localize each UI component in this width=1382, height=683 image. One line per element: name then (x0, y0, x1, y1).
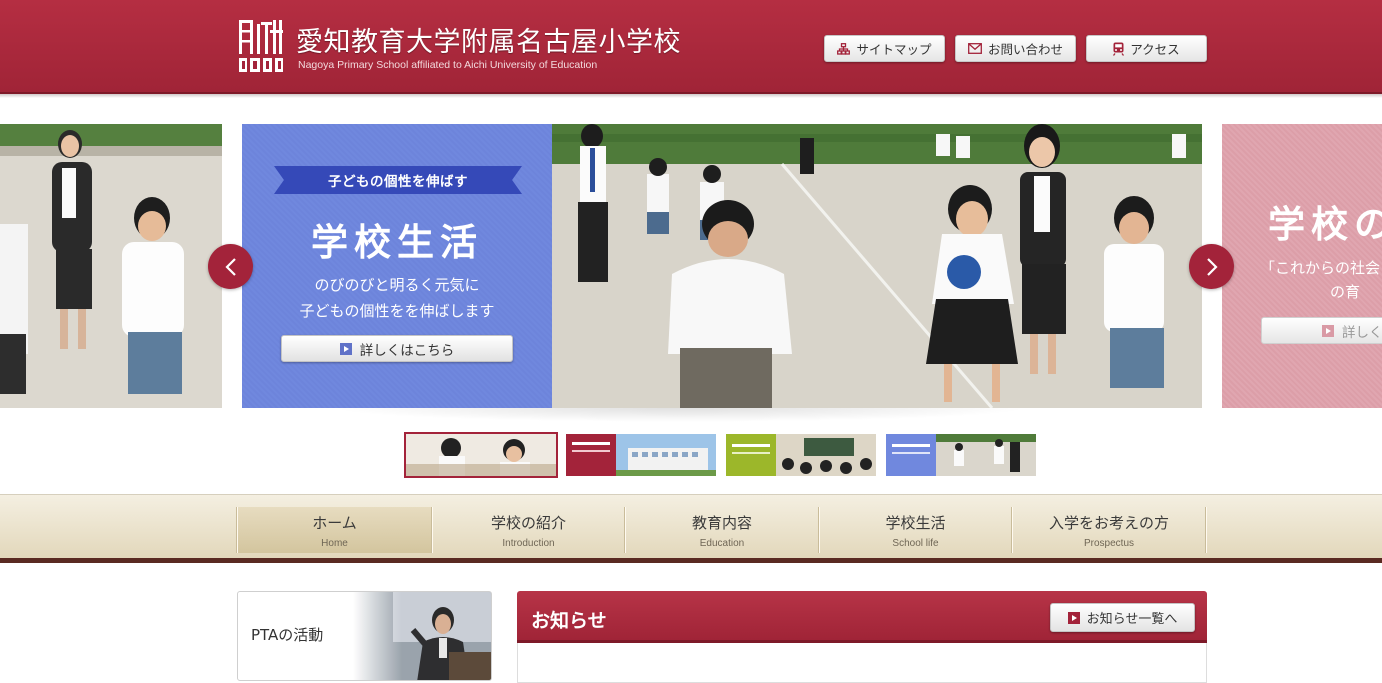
slider-prev-button[interactable] (208, 244, 253, 289)
nav-item-home[interactable]: ホーム Home (238, 507, 431, 553)
train-icon (1113, 42, 1125, 56)
sitemap-button[interactable]: サイトマップ (824, 35, 945, 62)
play-icon (1322, 324, 1334, 337)
nav-separator (1205, 507, 1207, 553)
slide-photo-previous (0, 124, 222, 408)
nav-item-label: 学校生活 (885, 514, 946, 532)
slide-panel-school-intro: 学校の 「これからの社会 の育 詳しく (1222, 124, 1382, 408)
school-name-english: Nagoya Primary School affiliated to Aich… (298, 59, 598, 71)
nav-item-education[interactable]: 教育内容 Education (626, 507, 818, 553)
news-header: お知らせ お知らせ一覧へ (517, 591, 1207, 643)
mail-icon (968, 43, 982, 54)
sitemap-label: サイトマップ (856, 42, 932, 57)
next-slide-title: 学校の (1268, 203, 1382, 246)
nav-item-label: 入学をお考えの方 (1048, 514, 1169, 532)
header-shadow (0, 94, 1382, 98)
next-slide-desc-line-2: の育 (1330, 283, 1361, 301)
next-slide-detail-button[interactable]: 詳しく (1261, 317, 1382, 344)
hero-slider: 子どもの個性を伸ばす 学校生活 のびのびと明るく元気に 子どもの個性をを伸ばしま… (0, 124, 1382, 408)
chevron-right-icon (1206, 257, 1218, 276)
slide-panel-school-life: 子どもの個性を伸ばす 学校生活 のびのびと明るく元気に 子どもの個性をを伸ばしま… (242, 124, 552, 408)
site-header: 愛知教育大学附属名古屋小学校 Nagoya Primary School aff… (0, 0, 1382, 94)
nav-item-label: 教育内容 (691, 514, 752, 532)
sitemap-icon (837, 42, 851, 55)
contact-button[interactable]: お問い合わせ (955, 35, 1076, 62)
contact-label: お問い合わせ (987, 42, 1063, 57)
slider-thumb-3[interactable] (726, 434, 876, 476)
slider-shadow (330, 408, 1030, 422)
slider-thumb-4[interactable] (886, 434, 1036, 476)
slider-thumb-1[interactable] (404, 432, 558, 478)
slide-ribbon: 子どもの個性を伸ばす (274, 166, 522, 194)
main-nav: ホーム Home 学校の紹介 Introduction 教育内容 Educati… (0, 494, 1382, 560)
nav-item-sublabel: Introduction (502, 538, 555, 549)
nav-item-sublabel: Prospectus (1083, 538, 1135, 549)
school-name[interactable]: 愛知教育大学附属名古屋小学校 (296, 20, 681, 59)
news-body (517, 643, 1207, 683)
play-icon (1067, 611, 1080, 624)
play-icon (339, 342, 352, 355)
slide-detail-label: 詳しくはこちら (359, 342, 455, 359)
slider-next-button[interactable] (1189, 244, 1234, 289)
next-slide-desc-line-1: 「これからの社会 (1260, 259, 1381, 277)
next-slide-detail-label: 詳しく (1342, 324, 1382, 341)
nav-item-prospectus[interactable]: 入学をお考えの方 Prospectus (1013, 507, 1205, 553)
slider-thumb-2[interactable] (566, 434, 716, 476)
nav-item-label: 学校の紹介 (490, 514, 566, 532)
news-list-label: お知らせ一覧へ (1086, 612, 1178, 627)
nav-bottom-border (0, 558, 1382, 563)
nav-item-introduction[interactable]: 学校の紹介 Introduction (433, 507, 624, 553)
access-label: アクセス (1130, 42, 1180, 57)
news-list-button[interactable]: お知らせ一覧へ (1050, 603, 1195, 632)
access-button[interactable]: アクセス (1086, 35, 1207, 62)
next-slide-description: 「これからの社会 の育 (1260, 256, 1380, 304)
slide-photo-main (552, 124, 1202, 408)
nav-item-school-life[interactable]: 学校生活 School life (820, 507, 1011, 553)
slide-desc-line-1: のびのびと明るく元気に (314, 276, 480, 294)
nav-item-label: ホーム (312, 514, 357, 532)
pta-photo (353, 592, 491, 680)
school-logo-icon[interactable] (237, 18, 285, 74)
slide-title: 学校生活 (311, 221, 483, 264)
pta-label: PTAの活動 (251, 626, 324, 644)
chevron-left-icon (224, 257, 236, 276)
nav-item-sublabel: Home (321, 538, 348, 549)
slide-description: のびのびと明るく元気に 子どもの個性をを伸ばします (242, 272, 552, 324)
pta-banner[interactable]: PTAの活動 (237, 591, 492, 681)
slide-desc-line-2: 子どもの個性をを伸ばします (299, 302, 495, 320)
slide-detail-button[interactable]: 詳しくはこちら (281, 335, 513, 362)
nav-item-sublabel: Education (699, 538, 745, 549)
news-section: お知らせ お知らせ一覧へ (517, 591, 1207, 683)
nav-item-sublabel: School life (892, 538, 939, 549)
news-title: お知らせ (531, 610, 607, 632)
